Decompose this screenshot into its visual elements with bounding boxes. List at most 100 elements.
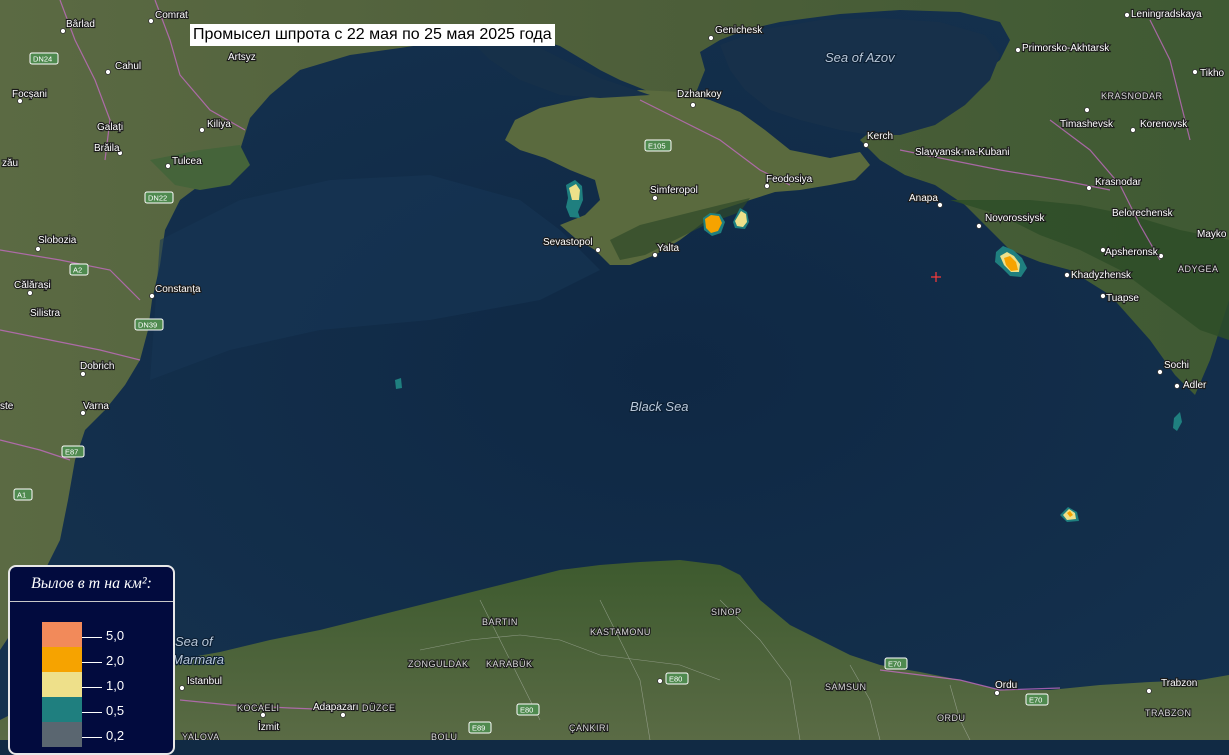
shield-e70-ordu: E70 [1025, 693, 1049, 706]
map-title: Промысел шпрота с 22 мая по 25 мая 2025 … [190, 24, 555, 46]
place-silistra: Silistra [30, 308, 60, 319]
shield-a2: A2 [69, 263, 89, 276]
place-zau: zău [2, 158, 18, 169]
place-kastamonu: KASTAMONU [590, 627, 651, 637]
place-cankiri: ÇANKIRI [569, 723, 609, 733]
place-dzhankoy: Dzhankoy [677, 89, 721, 100]
satellite-map[interactable]: Black Sea Sea of Azov Sea of Marmara Bâr… [0, 0, 1229, 743]
place-adapazari: Adapazarı [313, 702, 359, 713]
place-varna: Varna [83, 401, 109, 412]
place-trabzon-region: TRABZON [1145, 708, 1192, 718]
place-sinop: SINOP [711, 607, 742, 617]
shield-a1: A1 [13, 488, 33, 501]
place-bolu: BOLU [431, 732, 458, 740]
shield-dn22: DN22 [144, 191, 174, 204]
shield-e70-east: E70 [884, 657, 908, 670]
legend-value-5-0: 5,0 [106, 628, 125, 643]
place-constanta: Constanța [155, 284, 201, 295]
legend-row-0-2: 0,2 [40, 722, 140, 747]
label-sea-of-marmara-2: Marmara [172, 652, 224, 667]
place-ordu-city: Ordu [995, 680, 1017, 691]
place-bartin: BARTIN [482, 617, 518, 627]
label-black-sea: Black Sea [630, 399, 689, 414]
legend-swatch-0-2 [42, 722, 82, 747]
place-belorechensk: Belorechensk [1112, 208, 1174, 219]
place-trabzon: Trabzon [1161, 678, 1197, 689]
place-adler: Adler [1183, 380, 1207, 391]
catch-legend: Вылов в т на км²: 5,0 2,0 1,0 0,5 0,2 [8, 565, 175, 755]
svg-text:E70: E70 [1029, 696, 1042, 705]
place-ordu-region: ORDU [937, 713, 966, 723]
place-mayko: Mayko [1197, 229, 1227, 240]
svg-text:A1: A1 [17, 491, 26, 500]
label-sea-of-azov: Sea of Azov [825, 50, 896, 65]
legend-value-1-0: 1,0 [106, 678, 125, 693]
place-artsyz: Artsyz [228, 52, 256, 63]
place-apsheronsk: Apsheronsk [1105, 247, 1159, 258]
svg-text:E80: E80 [669, 675, 682, 684]
place-yalta: Yalta [657, 243, 679, 254]
place-korenovsk: Korenovsk [1140, 119, 1188, 130]
legend-row-2-0: 2,0 [40, 647, 140, 672]
place-calarasi: Călărași [14, 280, 51, 291]
svg-text:E70: E70 [888, 660, 901, 669]
place-kerch: Kerch [867, 131, 893, 142]
svg-text:DN22: DN22 [148, 194, 167, 203]
place-simferopol: Simferopol [650, 185, 698, 196]
place-duzce: DÜZCE [362, 703, 396, 713]
place-tulcea: Tulcea [172, 156, 202, 167]
place-tuapse: Tuapse [1106, 293, 1139, 304]
legend-row-5-0: 5,0 [40, 622, 140, 647]
place-istanbul: Istanbul [187, 676, 222, 687]
shield-e87: E87 [61, 445, 85, 458]
legend-value-0-2: 0,2 [106, 728, 125, 743]
place-primorsko: Primorsko-Akhtarsk [1022, 43, 1110, 54]
place-anapa: Anapa [909, 193, 938, 204]
legend-swatch-1-0 [42, 672, 82, 697]
place-sevastopol: Sevastopol [543, 237, 592, 248]
place-focsani: Focșani [12, 89, 47, 100]
shield-dn24: DN24 [29, 52, 59, 65]
place-feodosiya: Feodosiya [766, 174, 813, 185]
svg-text:DN39: DN39 [138, 321, 157, 330]
legend-row-1-0: 1,0 [40, 672, 140, 697]
place-comrat: Comrat [155, 10, 188, 21]
svg-text:A2: A2 [73, 266, 82, 275]
place-tikhor: Tikho [1200, 68, 1225, 79]
place-genichesk: Genichesk [715, 25, 763, 36]
place-ste: ste [0, 401, 14, 412]
place-krasnodar-region: KRASNODAR [1101, 91, 1163, 101]
shield-e80-a: E80 [665, 672, 689, 685]
shield-e89: E89 [468, 721, 492, 734]
legend-swatch-2-0 [42, 647, 82, 672]
place-galati: Galați [97, 122, 123, 133]
shield-dn39: DN39 [134, 318, 164, 331]
svg-text:E80: E80 [520, 706, 533, 715]
place-dobrich: Dobrich [80, 361, 114, 372]
place-barlad: Bârlad [66, 19, 95, 30]
place-khadyzhensk: Khadyzhensk [1071, 270, 1132, 281]
legend-row-0-5: 0,5 [40, 697, 140, 722]
place-cahul: Cahul [115, 61, 141, 72]
legend-title: Вылов в т на км²: [10, 567, 173, 602]
place-yalova: YALOVA [182, 732, 220, 740]
place-timashevsk: Timashevsk [1060, 119, 1114, 130]
legend-swatch-5-0 [42, 622, 82, 647]
place-zonguldak: ZONGULDAK [408, 659, 469, 669]
svg-text:DN24: DN24 [33, 55, 52, 64]
place-kiliya: Kiliya [207, 119, 231, 130]
legend-value-2-0: 2,0 [106, 653, 125, 668]
svg-text:E105: E105 [648, 142, 666, 151]
place-adygea: ADYGEA [1178, 264, 1219, 274]
shield-e80-b: E80 [516, 703, 540, 716]
svg-text:E89: E89 [472, 724, 485, 733]
place-slavyansk: Slavyansk-na-Kubani [915, 147, 1010, 158]
legend-value-0-5: 0,5 [106, 703, 125, 718]
place-slobozia: Slobozia [38, 235, 77, 246]
shield-e105: E105 [644, 139, 672, 152]
place-leningradskaya: Leningradskaya [1131, 9, 1202, 20]
svg-text:E87: E87 [65, 448, 78, 457]
label-sea-of-marmara-1: Sea of [175, 634, 214, 649]
place-izmit: İzmit [258, 720, 279, 733]
place-kocaeli: KOCAELI [237, 703, 280, 713]
